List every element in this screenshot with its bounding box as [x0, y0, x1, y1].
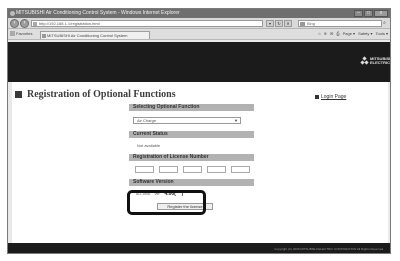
software-version-highlight	[127, 190, 206, 215]
print-icon[interactable]: ⎙	[336, 31, 339, 37]
address-bar: ‹ › http://192.168.1.1/registration.html…	[8, 18, 390, 29]
license-field-3[interactable]	[183, 166, 202, 173]
url-text: http://192.168.1.1/registration.html	[39, 21, 100, 26]
section-current-status: Current Status	[129, 131, 254, 138]
three-diamonds-logo-icon	[359, 56, 369, 65]
heading-bullet-icon	[15, 91, 22, 98]
page-menu[interactable]: Page ▾	[343, 31, 355, 37]
section-selecting-function: Selecting Optional Function	[129, 104, 254, 111]
browser-icon	[10, 11, 15, 16]
compatibility-button[interactable]: ▾	[266, 20, 274, 27]
feeds-icon[interactable]: ≋	[324, 31, 327, 37]
brand: MITSUBISHI ELECTRIC	[359, 56, 391, 65]
back-button[interactable]: ‹	[10, 19, 19, 28]
section-software-version: Software Version	[129, 179, 254, 186]
tab-icon	[42, 34, 46, 38]
license-field-4[interactable]	[207, 166, 226, 173]
page-content: Registration of Optional Functions Login…	[12, 82, 388, 243]
search-provider-icon	[300, 22, 305, 26]
search-input[interactable]: Bing	[298, 20, 382, 27]
brand-name: MITSUBISHI ELECTRIC	[370, 56, 391, 65]
window-controls: – □ x	[354, 10, 388, 17]
search-icon[interactable]: ⌕	[381, 20, 388, 27]
license-field-5[interactable]	[231, 166, 250, 173]
chevron-down-icon: ▼	[234, 118, 238, 123]
window-title: MITSUBISHI Air Conditioning Control Syst…	[16, 10, 180, 16]
section-license-number: Registration of License Number	[129, 154, 254, 161]
maximize-button[interactable]: □	[364, 10, 373, 17]
site-footer: Copyright (C) 2009 MITSUBISHI ELECTRIC C…	[8, 243, 390, 253]
page-title: Registration of Optional Functions	[27, 89, 176, 100]
optional-function-select[interactable]: Air Charge ▼	[133, 117, 241, 124]
login-page-link[interactable]: Login Page	[315, 94, 346, 100]
license-field-2[interactable]	[159, 166, 178, 173]
search-placeholder: Bing	[307, 21, 316, 26]
close-button[interactable]: x	[374, 10, 388, 17]
mail-icon[interactable]: ✉	[330, 31, 333, 37]
page-heading: Registration of Optional Functions	[15, 89, 176, 100]
site-header: MITSUBISHI ELECTRIC	[8, 42, 391, 82]
browser-tab[interactable]: MITSUBISHI Air Conditioning Control Syst…	[40, 31, 150, 39]
title-bar: MITSUBISHI Air Conditioning Control Syst…	[8, 9, 390, 18]
license-field-1[interactable]	[135, 166, 154, 173]
stop-button[interactable]: ✕	[284, 20, 292, 27]
url-input[interactable]: http://192.168.1.1/registration.html	[31, 20, 263, 27]
home-icon[interactable]: ⌂	[318, 31, 320, 37]
page-icon	[33, 22, 37, 26]
refresh-button[interactable]: ↻	[275, 20, 283, 27]
link-bullet-icon	[315, 95, 319, 99]
address-buttons: ▾ ↻ ✕	[266, 20, 292, 27]
license-number-fields	[135, 166, 254, 173]
safety-menu[interactable]: Safety ▾	[358, 31, 372, 37]
browser-window: MITSUBISHI Air Conditioning Control Syst…	[7, 8, 391, 254]
login-link-label: Login Page	[321, 94, 347, 100]
forward-button[interactable]: ›	[20, 19, 29, 28]
favorites-label: Favorites	[16, 31, 33, 36]
tab-title: MITSUBISHI Air Conditioning Control Syst…	[47, 33, 128, 38]
favorites-button[interactable]: Favorites	[10, 31, 32, 37]
copyright-text: Copyright (C) 2009 MITSUBISHI ELECTRIC C…	[274, 247, 384, 251]
select-value: Air Charge	[137, 118, 157, 123]
status-value: Not available	[137, 143, 161, 148]
minimize-button[interactable]: –	[354, 10, 363, 17]
favorites-bar: Favorites MITSUBISHI Air Conditioning Co…	[8, 29, 390, 40]
tools-menu[interactable]: Tools ▾	[376, 31, 388, 37]
command-bar: ⌂ ≋ ✉ ⎙ Page ▾ Safety ▾ Tools ▾	[318, 31, 388, 37]
favorites-star-icon	[10, 31, 15, 37]
